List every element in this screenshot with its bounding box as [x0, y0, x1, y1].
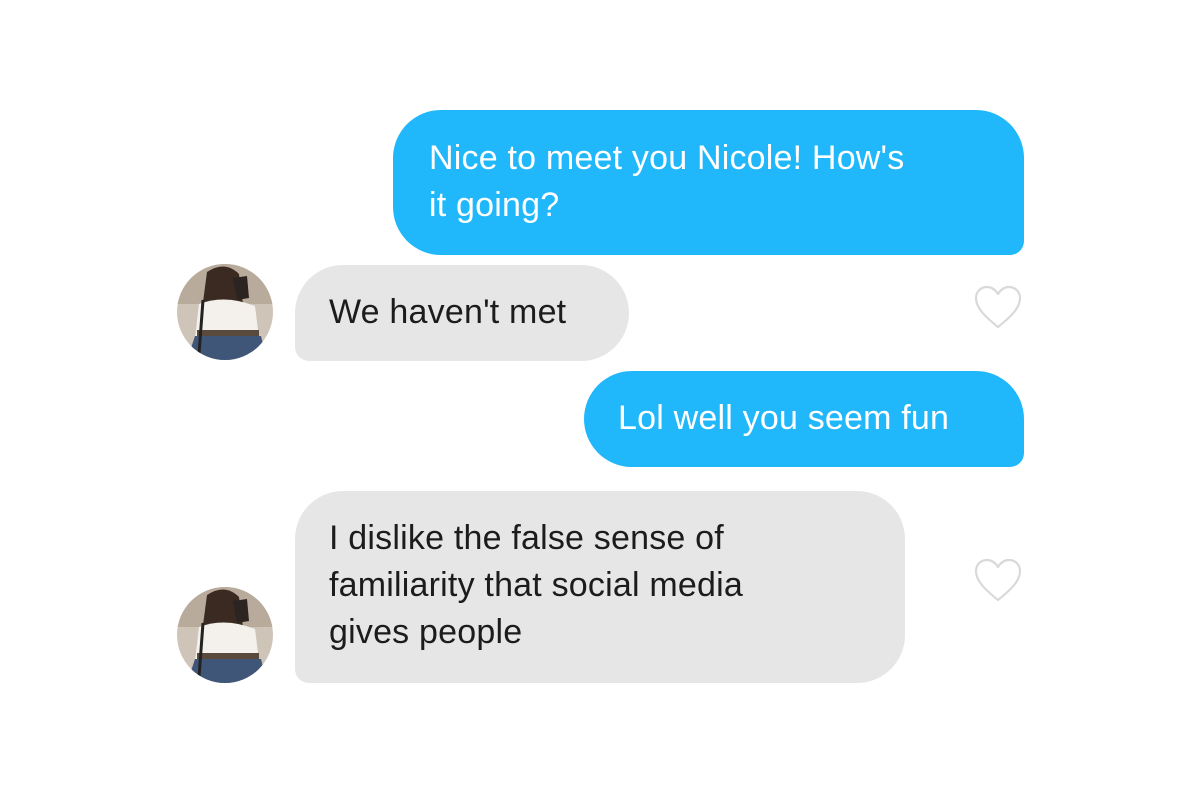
- message-text: We haven't met: [329, 293, 567, 331]
- match-avatar[interactable]: [177, 587, 273, 683]
- avatar-photo: [177, 264, 273, 360]
- received-message-bubble[interactable]: We haven't met: [295, 265, 629, 361]
- like-heart-icon[interactable]: [973, 285, 1023, 331]
- chat-thread: Nice to meet you Nicole! How's it going?…: [0, 0, 1200, 800]
- sent-message-bubble[interactable]: Nice to meet you Nicole! How's it going?: [393, 110, 1024, 255]
- like-heart-icon[interactable]: [973, 558, 1023, 604]
- match-avatar[interactable]: [177, 264, 273, 360]
- heart-outline-icon: [974, 285, 1022, 329]
- heart-outline-icon: [974, 558, 1022, 602]
- sent-message-bubble[interactable]: Lol well you seem fun: [584, 371, 1024, 467]
- message-text: Nice to meet you Nicole! How's it going?: [429, 139, 905, 224]
- avatar-photo: [177, 587, 273, 683]
- received-message-bubble[interactable]: I dislike the false sense of familiarity…: [295, 491, 905, 683]
- message-text: I dislike the false sense of familiarity…: [329, 519, 743, 651]
- message-text: Lol well you seem fun: [618, 399, 950, 437]
